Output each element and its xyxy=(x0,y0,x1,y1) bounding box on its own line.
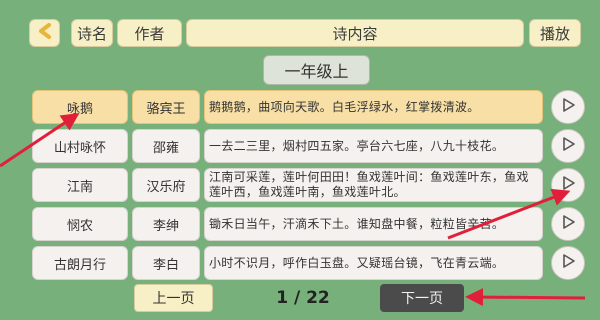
poem-title[interactable]: 山村咏怀 xyxy=(32,129,128,163)
poem-author[interactable]: 李白 xyxy=(132,246,200,280)
play-button[interactable] xyxy=(551,246,585,280)
play-icon xyxy=(560,136,576,156)
page-indicator: 1 / 22 xyxy=(276,288,330,308)
poem-title[interactable]: 咏鹅 xyxy=(32,90,128,124)
play-icon xyxy=(560,214,576,234)
header-author: 作者 xyxy=(117,19,182,47)
play-icon xyxy=(560,97,576,117)
poem-title[interactable]: 江南 xyxy=(32,168,128,202)
back-button[interactable] xyxy=(29,19,60,47)
poem-content[interactable]: 小时不识月，呼作白玉盘。又疑瑶台镜，飞在青云端。 xyxy=(204,246,543,280)
poem-row[interactable]: 江南 汉乐府 江南可采莲，莲叶何田田！鱼戏莲叶间：鱼戏莲叶东，鱼戏莲叶西，鱼戏莲… xyxy=(32,168,543,202)
play-icon xyxy=(560,253,576,273)
poem-content[interactable]: 鹅鹅鹅，曲项向天歌。白毛浮绿水，红掌拨清波。 xyxy=(204,90,543,124)
header-play: 播放 xyxy=(529,19,581,47)
prev-page-button[interactable]: 上一页 xyxy=(134,284,213,312)
poem-content[interactable]: 锄禾日当午，汗滴禾下土。谁知盘中餐，粒粒皆辛苦。 xyxy=(204,207,543,241)
grade-label[interactable]: 一年级上 xyxy=(263,55,370,85)
play-button[interactable] xyxy=(551,129,585,163)
poem-row[interactable]: 悯农 李绅 锄禾日当午，汗滴禾下土。谁知盘中餐，粒粒皆辛苦。 xyxy=(32,207,543,241)
header-title: 诗名 xyxy=(71,19,113,47)
poem-row[interactable]: 古朗月行 李白 小时不识月，呼作白玉盘。又疑瑶台镜，飞在青云端。 xyxy=(32,246,543,280)
poem-content[interactable]: 江南可采莲，莲叶何田田！鱼戏莲叶间：鱼戏莲叶东，鱼戏莲叶西，鱼戏莲叶南，鱼戏莲叶… xyxy=(204,168,543,202)
poem-content[interactable]: 一去二三里，烟村四五家。亭台六七座，八九十枝花。 xyxy=(204,129,543,163)
play-icon xyxy=(560,175,576,195)
play-button[interactable] xyxy=(551,207,585,241)
poem-author[interactable]: 邵雍 xyxy=(132,129,200,163)
arrow-to-next-button xyxy=(465,288,586,307)
poem-row[interactable]: 山村咏怀 邵雍 一去二三里，烟村四五家。亭台六七座，八九十枝花。 xyxy=(32,129,543,163)
poem-author[interactable]: 汉乐府 xyxy=(132,168,200,202)
header-content: 诗内容 xyxy=(186,19,524,47)
chevron-left-icon xyxy=(35,23,55,43)
poem-author[interactable]: 李绅 xyxy=(132,207,200,241)
next-page-button[interactable]: 下一页 xyxy=(380,284,464,312)
poem-title[interactable]: 悯农 xyxy=(32,207,128,241)
poem-row[interactable]: 咏鹅 骆宾王 鹅鹅鹅，曲项向天歌。白毛浮绿水，红掌拨清波。 xyxy=(32,90,543,124)
play-button[interactable] xyxy=(551,168,585,202)
play-button[interactable] xyxy=(551,90,585,124)
poem-title[interactable]: 古朗月行 xyxy=(32,246,128,280)
poem-author[interactable]: 骆宾王 xyxy=(132,90,200,124)
